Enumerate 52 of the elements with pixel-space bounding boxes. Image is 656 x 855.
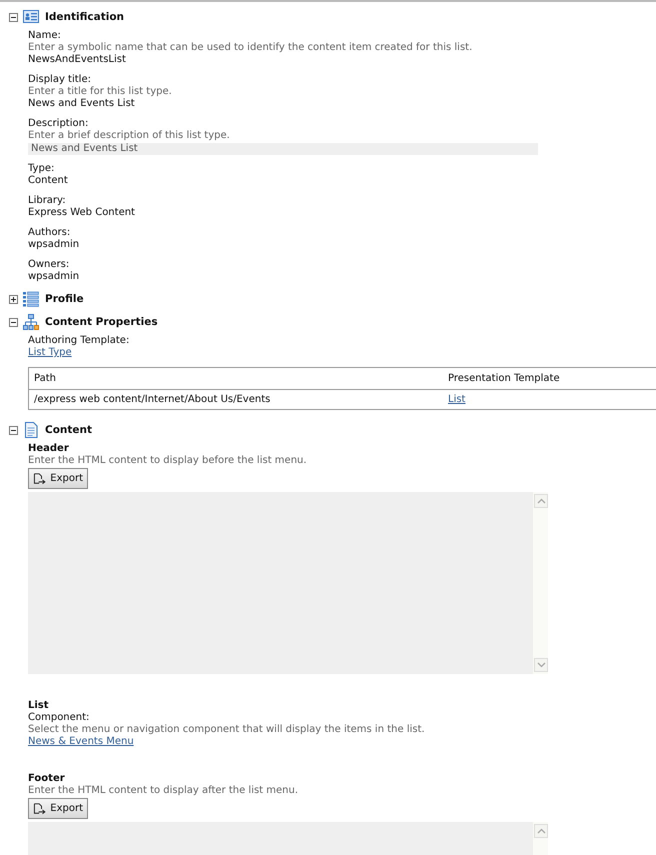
collapse-toggle[interactable] (9, 426, 18, 434)
section-title: Content Properties (45, 316, 158, 328)
field-label: Owners: (28, 259, 70, 271)
field-label: Type: (28, 163, 56, 175)
field-label: Authoring Template: (28, 335, 130, 347)
id-card-icon (23, 9, 39, 25)
scroll-up-icon (536, 498, 546, 504)
scroll-up-icon (536, 828, 546, 834)
field-value: wpsadmin (28, 239, 80, 251)
part-title: Footer (28, 773, 66, 785)
export-icon (33, 472, 46, 484)
part-title: List (28, 700, 50, 712)
table-cell: /express web content/Internet/About Us/Events (28, 390, 443, 410)
field-hint: Enter a title for this list type. (28, 86, 173, 98)
field-hint: Enter a symbolic name that can be used to identify the content item created for this list. (28, 42, 474, 54)
field-label: Display title: (28, 74, 92, 86)
field-label: Authors: (28, 227, 72, 239)
section-title: Profile (45, 293, 84, 305)
field-value: News and Events List (28, 98, 136, 110)
collapse-toggle[interactable] (9, 318, 18, 326)
scroll-down-icon (536, 662, 546, 668)
field-label: Library: (28, 195, 67, 207)
component-link[interactable]: News & Events Menu (28, 736, 134, 747)
field-hint: Enter the HTML content to display before the list menu. (28, 455, 308, 467)
column-header: Presentation Template (443, 368, 656, 390)
template-link[interactable]: List (448, 394, 466, 405)
field-value: Express Web Content (28, 207, 136, 219)
field-value: NewsAndEventsList (28, 54, 127, 66)
section-title: Identification (45, 11, 124, 23)
field-label: Name: (28, 30, 62, 42)
expand-toggle[interactable] (9, 294, 18, 304)
document-icon (23, 422, 39, 438)
export-button[interactable]: Export (28, 798, 88, 819)
field-hint: Enter a brief description of this list type. (28, 130, 231, 142)
template-link[interactable]: List Type (28, 347, 72, 358)
export-button[interactable]: Export (28, 468, 88, 489)
section-title: Content (45, 424, 92, 436)
collapse-toggle[interactable] (9, 12, 18, 22)
html-editor-field[interactable] (28, 492, 548, 674)
export-icon (33, 802, 46, 814)
field-value: Content (28, 175, 69, 187)
scrollbar[interactable] (532, 492, 548, 674)
field-label: Description: (28, 118, 90, 130)
field-hint: Select the menu or navigation component that will display the items in the list. (28, 724, 426, 736)
field-value: wpsadmin (28, 271, 80, 283)
part-title: Header (28, 443, 70, 455)
hierarchy-icon (23, 314, 39, 330)
field-label: Component: (28, 712, 90, 724)
column-header: Path (28, 368, 443, 390)
description-field[interactable]: News and Events List (28, 143, 538, 155)
list-icon (23, 291, 39, 307)
field-hint: Enter the HTML content to display after the list menu. (28, 785, 300, 797)
